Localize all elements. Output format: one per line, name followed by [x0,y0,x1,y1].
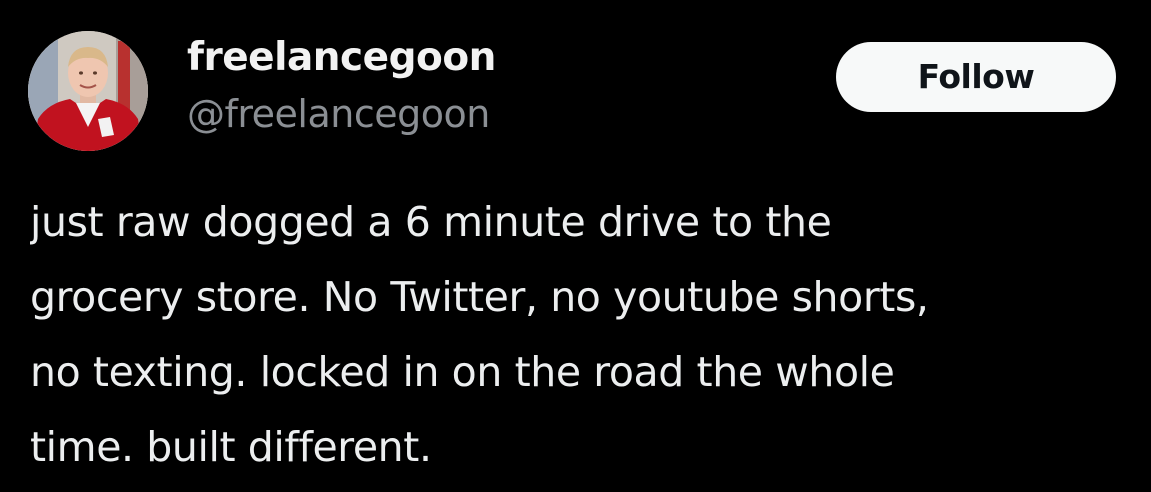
post-text-line: time. built different. [30,423,432,471]
author-display-name[interactable]: freelancegoon [187,34,496,82]
author-avatar[interactable] [28,31,148,151]
author-handle[interactable]: @freelancegoon [187,90,490,138]
avatar-photo-icon [28,31,148,151]
post-card: freelancegoon @freelancegoon Follow just… [0,0,1151,492]
post-text-line: no texting. locked in on the road the wh… [30,348,895,396]
post-text-line: just raw dogged a 6 minute drive to the [30,198,832,246]
post-text-line: grocery store. No Twitter, no youtube sh… [30,273,929,321]
post-text: just raw dogged a 6 minute drive to the … [30,185,1151,485]
follow-button[interactable]: Follow [836,42,1116,112]
